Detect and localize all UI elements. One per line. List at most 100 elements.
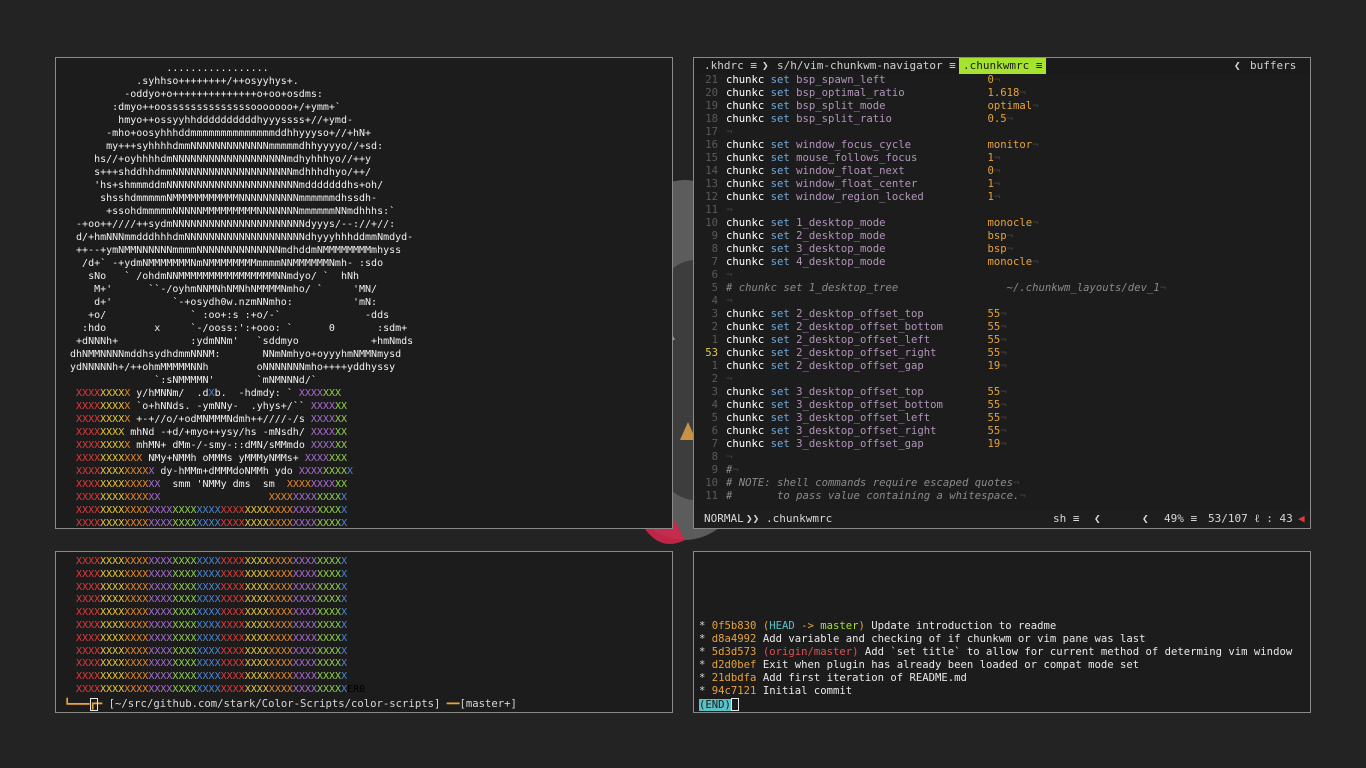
commit-row: * d8a4992 Add variable and checking of i… bbox=[699, 633, 1146, 645]
ascii-art-terminal[interactable]: ................. .syhhso++++++++/++osyy… bbox=[55, 57, 673, 529]
code-line[interactable]: 6 chunkc set 3_desktop_offset_right 55¬ bbox=[698, 425, 1310, 438]
code-keyword: chunkc bbox=[726, 386, 771, 398]
code-line[interactable]: 20 chunkc set bsp_optimal_ratio 1.618¬ bbox=[698, 87, 1310, 100]
art-line: XXXXXXXXX +-+//o/+odMNMMMNdmh++////-/s X… bbox=[76, 414, 348, 425]
code-line[interactable]: 4 chunkc set 3_desktop_offset_bottom 55¬ bbox=[698, 399, 1310, 412]
code-line[interactable]: 6 ¬ bbox=[698, 269, 1310, 282]
code-line[interactable]: 8 ¬ bbox=[698, 451, 1310, 464]
line-number: 4 bbox=[711, 399, 718, 411]
code-line[interactable]: 11 ¬ bbox=[698, 204, 1310, 217]
code-line[interactable]: 10 chunkc set 1_desktop_mode monocle¬ bbox=[698, 217, 1310, 230]
code-option: 2_desktop_offset_bottom bbox=[796, 321, 988, 333]
code-keyword: chunkc bbox=[726, 256, 771, 268]
eol-marker: ¬ bbox=[993, 178, 1001, 190]
art-line: s+++shddhhdmmNNNNNNNNNNNNNNNNNNNNmdhhhdh… bbox=[64, 167, 372, 178]
code-line[interactable]: 3 chunkc set 2_desktop_offset_top 55¬ bbox=[698, 308, 1310, 321]
code-line[interactable]: 5 chunkc set 3_desktop_offset_left 55¬ bbox=[698, 412, 1310, 425]
line-number: 13 bbox=[705, 178, 718, 190]
code-line[interactable]: 3 chunkc set 3_desktop_offset_top 55¬ bbox=[698, 386, 1310, 399]
code-option: 2_desktop_offset_gap bbox=[796, 360, 988, 372]
shell-prompt: ┏━ [~/src/github.com/stark/Color-Scripts… bbox=[64, 685, 517, 712]
color-bars: XXXXXXXXXXXXXXXXXXXXXXXXXXXXXXXXXXXXXXXX… bbox=[64, 556, 365, 697]
code-keyword: chunkc bbox=[726, 334, 771, 346]
tab-vim-chunkwm-navigator[interactable]: s/h/vim-chunkwm-navigator ≡ bbox=[777, 58, 956, 74]
code-line[interactable]: 7 chunkc set 4_desktop_mode monocle¬ bbox=[698, 256, 1310, 269]
code-value: 55 bbox=[987, 412, 1001, 424]
code-line[interactable]: 1 chunkc set 2_desktop_offset_gap 19¬ bbox=[698, 360, 1310, 373]
code-value: 55 bbox=[987, 399, 1001, 411]
art-line: 'hs+shmmmddmNNNNNNNNNNNNNNNNNNNNNNmddddd… bbox=[64, 180, 384, 191]
code-keyword: chunkc bbox=[726, 347, 771, 359]
code-value: 19 bbox=[987, 360, 1001, 372]
code-keyword: chunkc bbox=[726, 139, 771, 151]
code-keyword: chunkc bbox=[726, 321, 771, 333]
code-line[interactable]: 19 chunkc set bsp_split_mode optimal¬ bbox=[698, 100, 1310, 113]
code-line[interactable]: 10 # NOTE: shell commands require escaped… bbox=[698, 477, 1310, 490]
code-line[interactable]: 2 chunkc set 2_desktop_offset_bottom 55¬ bbox=[698, 321, 1310, 334]
code-set: set bbox=[770, 360, 797, 372]
eol-marker: ¬ bbox=[993, 165, 1001, 177]
code-line[interactable]: 53 chunkc set 2_desktop_offset_right 55¬ bbox=[698, 347, 1310, 360]
code-line[interactable]: 1 chunkc set 2_desktop_offset_left 55¬ bbox=[698, 334, 1310, 347]
line-number: 5 bbox=[711, 412, 718, 424]
art-line: hs//+oyhhhhdmNNNNNNNNNNNNNNNNNNNmdhyhhhy… bbox=[64, 154, 372, 165]
line-number: 16 bbox=[705, 139, 718, 151]
code-set: set bbox=[770, 100, 797, 112]
line-number: 9 bbox=[711, 464, 718, 476]
code-set: set bbox=[770, 308, 797, 320]
code-option: window_focus_cycle bbox=[796, 139, 988, 151]
code-line[interactable]: 15 chunkc set mouse_follows_focus 1¬ bbox=[698, 152, 1310, 165]
eol-marker: ¬ bbox=[1000, 386, 1007, 398]
art-line: `:sNMMMMN' `mNMNNNd/` bbox=[64, 375, 317, 386]
prompt-input-line[interactable]: ┗━━━ bbox=[64, 698, 98, 712]
code-line[interactable]: 11 # to pass value containing a whitespac… bbox=[698, 490, 1310, 503]
vim-editor[interactable]: .khdrc ≡ ❯ s/h/vim-chunkwm-navigator ≡ .… bbox=[693, 57, 1311, 529]
mode-arrow-icon: ❯❯ bbox=[746, 512, 760, 525]
code-line[interactable]: 14 chunkc set window_float_next 0¬ bbox=[698, 165, 1310, 178]
eol-marker: ¬ bbox=[1019, 490, 1026, 502]
code-value: 55 bbox=[987, 334, 1001, 346]
buffers-label[interactable]: buffers bbox=[1250, 58, 1296, 74]
line-number: 18 bbox=[705, 113, 718, 125]
code-line[interactable]: 5 # chunkc set 1_desktop_tree ~/.chunkwm_… bbox=[698, 282, 1310, 295]
line-number: 19 bbox=[705, 100, 718, 112]
git-log-terminal[interactable]: * 0f5b830 (HEAD -> master) Update introd… bbox=[693, 551, 1311, 713]
vim-buffer[interactable]: 21 chunkc set bsp_spawn_left 0¬ 20 chunkc s… bbox=[698, 74, 1310, 503]
art-line: XXXXXXXXXXXXXXXXXXXXXXXXXXXXXXXXXXXXXXXX… bbox=[76, 645, 348, 657]
eol-marker: ¬ bbox=[726, 295, 733, 307]
code-line[interactable]: 13 chunkc set window_float_center 1¬ bbox=[698, 178, 1310, 191]
code-value: 1.618 bbox=[987, 87, 1020, 99]
code-line[interactable]: 8 chunkc set 3_desktop_mode bsp¬ bbox=[698, 243, 1310, 256]
code-line[interactable]: 7 chunkc set 3_desktop_offset_gap 19¬ bbox=[698, 438, 1310, 451]
color-scripts-terminal[interactable]: XXXXXXXXXXXXXXXXXXXXXXXXXXXXXXXXXXXXXXXX… bbox=[55, 551, 673, 713]
art-line: -mho+oosyhhhddmmmmmmmmmmmmmmddhhyyyso+//… bbox=[64, 128, 372, 139]
code-keyword: chunkc bbox=[726, 308, 771, 320]
code-option: bsp_split_mode bbox=[796, 100, 988, 112]
eol-marker: ¬ bbox=[1000, 438, 1007, 450]
code-line[interactable]: 2 ¬ bbox=[698, 373, 1310, 386]
art-line: XXXXXXXXXXXXXXXXXXXXXXXXXXXXXXXXXXXXXXXX… bbox=[76, 658, 348, 670]
prompt-branch: [master+] bbox=[459, 698, 517, 710]
line-number: 8 bbox=[711, 451, 718, 463]
code-option: 4_desktop_mode bbox=[796, 256, 988, 268]
code-line[interactable]: 9 chunkc set 2_desktop_mode bsp¬ bbox=[698, 230, 1310, 243]
code-line[interactable]: 21 chunkc set bsp_spawn_left 0¬ bbox=[698, 74, 1310, 87]
tab-khdrc[interactable]: .khdrc ≡ bbox=[704, 58, 757, 74]
code-line[interactable]: 9 #¬ bbox=[698, 464, 1310, 477]
code-value: monocle bbox=[987, 256, 1033, 268]
code-value: 19 bbox=[987, 438, 1001, 450]
code-value: monitor bbox=[987, 139, 1033, 151]
tab-chunkwmrc[interactable]: .chunkwmrc ≡ bbox=[959, 58, 1047, 74]
code-line[interactable]: 4 ¬ bbox=[698, 295, 1310, 308]
eol-marker: ¬ bbox=[1013, 477, 1020, 489]
chevron-left-icon: ❮ bbox=[1142, 512, 1149, 525]
commit-row: * 0f5b830 (HEAD -> master) Update introd… bbox=[699, 620, 1057, 632]
code-line[interactable]: 17 ¬ bbox=[698, 126, 1310, 139]
code-line[interactable]: 18 chunkc set bsp_split_ratio 0.5¬ bbox=[698, 113, 1310, 126]
code-line[interactable]: 12 chunkc set window_region_locked 1¬ bbox=[698, 191, 1310, 204]
code-line[interactable]: 16 chunkc set window_focus_cycle monitor¬ bbox=[698, 139, 1310, 152]
art-line: M+' ``-/oyhmNNMNhNMNhNMMMMNmho/ ` 'MN/ bbox=[64, 284, 378, 295]
art-line: /d+` -+ydmNMMMMMMMNmNMMMMMMMMmmmmNNMMMMM… bbox=[64, 258, 384, 269]
code-keyword: chunkc bbox=[726, 113, 771, 125]
code-option: window_float_center bbox=[796, 178, 988, 190]
